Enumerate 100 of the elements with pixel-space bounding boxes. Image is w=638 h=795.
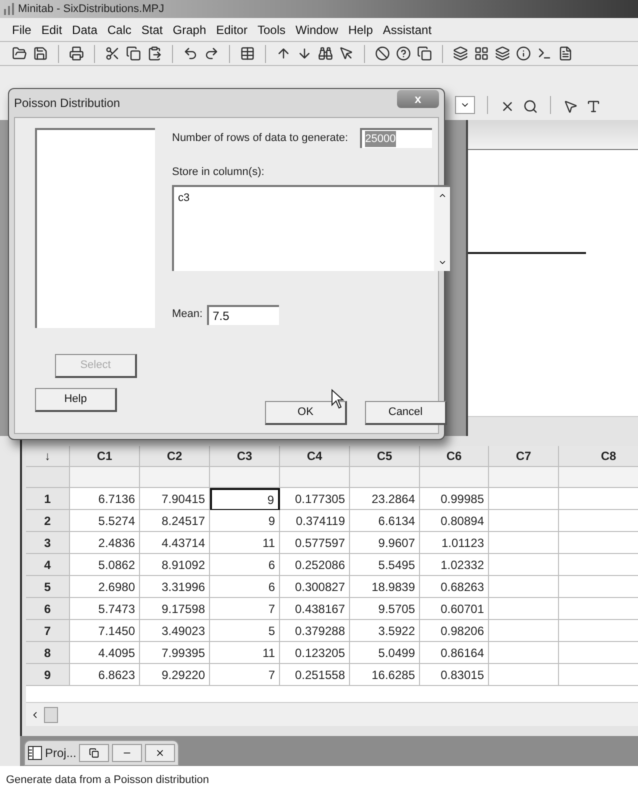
table-cell[interactable]: 9 — [210, 488, 280, 510]
table-cell[interactable] — [489, 620, 559, 642]
table-cell[interactable]: 9.9607 — [350, 532, 420, 554]
layers-icon[interactable] — [453, 46, 468, 61]
table-cell[interactable]: 0.577597 — [280, 532, 350, 554]
table-cell[interactable]: 6.7136 — [70, 488, 140, 510]
variable-list[interactable] — [35, 128, 155, 328]
table-cell[interactable]: 4.43714 — [140, 532, 210, 554]
table-cell[interactable] — [489, 554, 559, 576]
column-name-cell[interactable] — [210, 467, 280, 488]
table-cell[interactable]: 0.83015 — [420, 664, 489, 686]
table-cell[interactable]: 6 — [210, 576, 280, 598]
table-cell[interactable]: 11 — [210, 532, 280, 554]
table-cell[interactable]: 6 — [210, 554, 280, 576]
vertical-scrollbar[interactable] — [434, 186, 450, 270]
table-cell[interactable]: 0.374119 — [280, 510, 350, 532]
table-cell[interactable]: 6.6134 — [350, 510, 420, 532]
prompt-icon[interactable] — [537, 46, 552, 61]
row-header[interactable]: 1 — [26, 488, 70, 510]
table-cell[interactable]: 9.5705 — [350, 598, 420, 620]
row-header[interactable]: 8 — [26, 642, 70, 664]
row-header[interactable]: 7 — [26, 620, 70, 642]
table-cell[interactable]: 0.252086 — [280, 554, 350, 576]
table-cell[interactable]: 0.99985 — [420, 488, 489, 510]
menu-item[interactable]: File — [12, 20, 32, 38]
table-cell[interactable]: 6.8623 — [70, 664, 140, 686]
table-cell[interactable]: 3.31996 — [140, 576, 210, 598]
menu-item[interactable]: Edit — [41, 20, 62, 38]
table-cell[interactable]: 0.123205 — [280, 642, 350, 664]
minimized-window-tab[interactable]: Proj... — [24, 740, 180, 766]
table-cell[interactable]: 5 — [210, 620, 280, 642]
mean-field[interactable]: 7.5 — [206, 304, 279, 324]
dialog-button[interactable]: OK — [265, 400, 347, 424]
table-cell[interactable]: 1.01123 — [420, 532, 489, 554]
table-cell[interactable]: 18.9839 — [350, 576, 420, 598]
row-header[interactable]: 9 — [26, 664, 70, 686]
table-cell[interactable]: 5.0499 — [350, 642, 420, 664]
table-cell[interactable] — [489, 576, 559, 598]
pointer-icon[interactable] — [339, 46, 354, 61]
table-cell[interactable]: 9.29220 — [140, 664, 210, 686]
table-cell[interactable] — [489, 664, 559, 686]
table-cell[interactable]: 8.91092 — [140, 554, 210, 576]
windows-icon[interactable] — [417, 46, 432, 61]
save-icon[interactable] — [33, 46, 48, 61]
stack-icon[interactable] — [495, 46, 510, 61]
print-icon[interactable] — [69, 46, 84, 61]
restore-button[interactable] — [79, 744, 110, 762]
grid-icon[interactable] — [474, 46, 489, 61]
table-cell[interactable] — [489, 532, 559, 554]
help-icon[interactable] — [396, 46, 411, 61]
table-cell[interactable]: 0.379288 — [280, 620, 350, 642]
close-button[interactable] — [145, 744, 176, 762]
table-cell[interactable]: 5.0862 — [70, 554, 140, 576]
row-header[interactable]: 6 — [26, 598, 70, 620]
column-name-cell[interactable] — [140, 467, 210, 488]
table-cell[interactable]: 0.300827 — [280, 576, 350, 598]
table-cell[interactable]: 0.98206 — [420, 620, 489, 642]
menu-item[interactable]: Tools — [257, 20, 286, 38]
table-cell[interactable]: 0.438167 — [280, 598, 350, 620]
prohibited-icon[interactable] — [375, 46, 390, 61]
open-icon[interactable] — [12, 46, 27, 61]
table-cell[interactable] — [489, 488, 559, 510]
table-cell[interactable]: 0.68263 — [420, 576, 489, 598]
table-cell[interactable] — [489, 598, 559, 620]
table-cell[interactable]: 7 — [210, 598, 280, 620]
table-cell[interactable]: 3.5922 — [350, 620, 420, 642]
horizontal-scrollbar[interactable] — [26, 702, 638, 726]
table-cell[interactable]: 23.2864 — [350, 488, 420, 510]
table-cell[interactable]: 7.1450 — [70, 620, 140, 642]
table-cell[interactable]: 4.4095 — [70, 642, 140, 664]
table-cell[interactable]: 16.6285 — [350, 664, 420, 686]
dialog-button[interactable]: Cancel — [365, 400, 447, 424]
store-field[interactable]: c3 — [172, 184, 450, 270]
undo-icon[interactable] — [183, 46, 198, 61]
column-name-cell[interactable] — [420, 467, 489, 488]
close-icon[interactable] — [500, 99, 515, 114]
row-header[interactable]: 4 — [26, 554, 70, 576]
table-cell[interactable]: 0.60701 — [420, 598, 489, 620]
redo-icon[interactable] — [204, 46, 219, 61]
scroll-thumb[interactable] — [44, 706, 58, 722]
menu-item[interactable]: Assistant — [382, 20, 432, 38]
document-icon[interactable] — [558, 46, 573, 61]
column-name-cell[interactable] — [280, 467, 350, 488]
binoculars-icon[interactable] — [318, 46, 333, 61]
table-cell[interactable]: 7.99395 — [140, 642, 210, 664]
row-header[interactable]: 5 — [26, 576, 70, 598]
table-cell[interactable] — [489, 642, 559, 664]
table-cell[interactable]: 0.251558 — [280, 664, 350, 686]
column-name-cell[interactable] — [350, 467, 420, 488]
table-cell[interactable]: 0.86164 — [420, 642, 489, 664]
column-name-cell[interactable] — [559, 467, 638, 488]
menu-item[interactable]: Window — [296, 20, 338, 38]
table-cell[interactable]: 9 — [210, 510, 280, 532]
table-cell[interactable]: 9.17598 — [140, 598, 210, 620]
pointer-icon[interactable] — [563, 99, 578, 114]
table-cell[interactable]: 3.49023 — [140, 620, 210, 642]
table-cell[interactable]: 7 — [210, 664, 280, 686]
cut-icon[interactable] — [105, 46, 120, 61]
table-cell[interactable]: 8.24517 — [140, 510, 210, 532]
info-icon[interactable] — [516, 46, 531, 61]
